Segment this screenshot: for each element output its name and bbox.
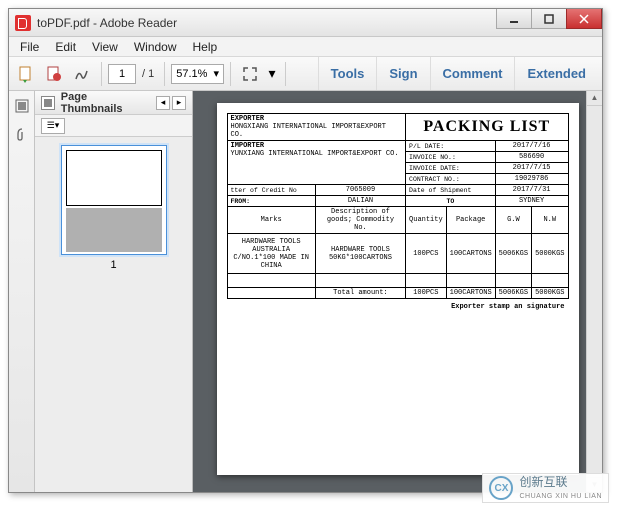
sign-icon[interactable] (69, 61, 95, 87)
panel-close-icon[interactable]: ▸ (172, 96, 186, 110)
vertical-scrollbar[interactable] (586, 91, 602, 492)
row-qty: 100PCS (406, 234, 447, 274)
row-desc: HARDWARE TOOLS 50KG*100CARTONS (315, 234, 405, 274)
menu-edit[interactable]: Edit (48, 38, 83, 56)
row-gw: 5006KGS (495, 234, 531, 274)
app-icon (15, 15, 31, 31)
zoom-dropdown[interactable]: 57.1% ▾ (171, 64, 224, 84)
col-marks: Marks (227, 207, 315, 234)
tools-button[interactable]: Tools (318, 57, 377, 90)
contract-no: 19029786 (495, 174, 568, 185)
watermark-sub: CHUANG XIN HU LIAN (519, 493, 602, 500)
panel-title: Page Thumbnails (61, 91, 150, 115)
panel-collapse-icon[interactable]: ◂ (156, 96, 170, 110)
total-pkg: 100CARTONS (446, 288, 495, 299)
menubar: File Edit View Window Help (9, 37, 602, 57)
ship-date-label: Date of Shipment (406, 185, 496, 196)
chevron-down-icon: ▾ (213, 67, 219, 80)
invoice-no-label: INVOICE NO.: (406, 152, 496, 163)
thumbnails-rail-icon[interactable] (13, 97, 31, 115)
page-number-input[interactable]: 1 (108, 64, 136, 84)
total-label: Total amount: (315, 288, 405, 299)
invoice-date-label: INVOICE DATE: (406, 163, 496, 174)
importer-name: YUNXIANG INTERNATIONAL IMPORT&EXPORT CO. (231, 150, 403, 158)
row-pkg: 100CARTONS (446, 234, 495, 274)
total-gw: 5006KGS (495, 288, 531, 299)
invoice-date: 2017/7/15 (495, 163, 568, 174)
zoom-value: 57.1% (176, 68, 207, 80)
maximize-button[interactable] (531, 9, 567, 29)
exporter-name: HONGXIANG INTERNATIONAL IMPORT&EXPORT CO… (231, 123, 403, 139)
extended-button[interactable]: Extended (514, 57, 598, 90)
col-qty: Quantity (406, 207, 447, 234)
watermark-text: 创新互联 (519, 476, 602, 488)
menu-help[interactable]: Help (186, 38, 225, 56)
thumbnail-number: 1 (43, 255, 184, 271)
col-nw: N.W (532, 207, 568, 234)
attachments-rail-icon[interactable] (13, 125, 31, 143)
importer-label: IMPORTER (231, 142, 403, 150)
watermark: CX 创新互联 CHUANG XIN HU LIAN (482, 473, 609, 503)
footer-text: Exporter stamp an signature (227, 299, 569, 311)
col-pkg: Package (446, 207, 495, 234)
doc-title: PACKING LIST (406, 114, 568, 141)
menu-window[interactable]: Window (127, 38, 184, 56)
thumbnail-options-dropdown[interactable]: ☰▾ (41, 118, 65, 134)
page-thumbnail-1[interactable] (61, 145, 167, 255)
total-qty: 100PCS (406, 288, 447, 299)
col-gw: G.W (495, 207, 531, 234)
invoice-no: 586690 (495, 152, 568, 163)
create-pdf-icon[interactable] (41, 61, 67, 87)
titlebar: toPDF.pdf - Adobe Reader (9, 9, 602, 37)
toolbar: 1 / 1 57.1% ▾ ▾ Tools Sign Comment Extend… (9, 57, 602, 91)
pdf-page: EXPORTER HONGXIANG INTERNATIONAL IMPORT&… (217, 103, 579, 475)
minimize-button[interactable] (496, 9, 532, 29)
page-total: / 1 (138, 68, 158, 80)
export-pdf-icon[interactable] (13, 61, 39, 87)
menu-view[interactable]: View (85, 38, 125, 56)
thumbnails-panel: Page Thumbnails ◂ ▸ ☰▾ 1 (35, 91, 193, 492)
total-nw: 5000KGS (532, 288, 568, 299)
fit-dropdown-icon[interactable]: ▾ (265, 61, 279, 87)
close-button[interactable] (566, 9, 602, 29)
thumbnails-icon (41, 96, 55, 110)
from-value: DALIAN (315, 196, 405, 207)
credit-no: 7065009 (315, 185, 405, 196)
row-marks: HARDWARE TOOLS AUSTRALIA C/NO.1*100 MADE… (227, 234, 315, 274)
row-nw: 5000KGS (532, 234, 568, 274)
ship-date: 2017/7/31 (495, 185, 568, 196)
sign-button[interactable]: Sign (376, 57, 429, 90)
page-view[interactable]: EXPORTER HONGXIANG INTERNATIONAL IMPORT&… (193, 91, 602, 492)
pl-date: 2017/7/16 (495, 141, 568, 152)
contract-no-label: CONTRACT NO.: (406, 174, 496, 185)
fit-page-icon[interactable] (237, 61, 263, 87)
from-label: FROM: (227, 196, 315, 207)
col-desc: Description of goods; Commodity No. (315, 207, 405, 234)
nav-rail (9, 91, 35, 492)
menu-file[interactable]: File (13, 38, 46, 56)
watermark-logo-icon: CX (489, 476, 513, 500)
pl-date-label: P/L DATE: (406, 141, 496, 152)
to-label: TO (406, 196, 496, 207)
to-value: SYDNEY (495, 196, 568, 207)
comment-button[interactable]: Comment (430, 57, 515, 90)
credit-label: tter of Credit No (227, 185, 315, 196)
window-title: toPDF.pdf - Adobe Reader (37, 16, 177, 30)
exporter-label: EXPORTER (231, 115, 403, 123)
